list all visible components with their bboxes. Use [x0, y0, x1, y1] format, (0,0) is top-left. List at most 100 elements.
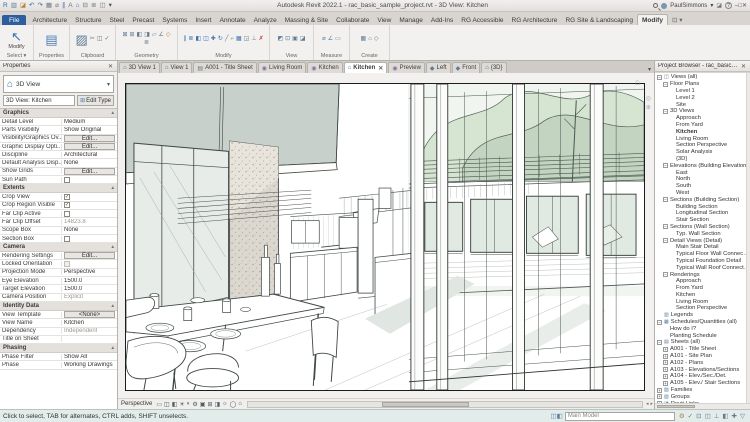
- type-selector[interactable]: ⌂ 3D View ▾: [3, 75, 114, 93]
- match-type-icon[interactable]: ✓: [104, 36, 109, 43]
- collapse-icon[interactable]: −: [657, 320, 662, 325]
- properties-header[interactable]: Properties ✕: [0, 61, 117, 72]
- demolish-icon[interactable]: ∠: [159, 32, 164, 39]
- drag-on-selection-icon[interactable]: ✚: [732, 412, 737, 420]
- ribbon-tab-add-ins[interactable]: Add-Ins: [427, 15, 457, 25]
- property-value[interactable]: Perspective: [64, 269, 95, 275]
- reveal-hidden-elements-icon[interactable]: ☼: [222, 401, 228, 407]
- property-section-graphics[interactable]: Graphics▴: [0, 109, 117, 118]
- property-section-phasing[interactable]: Phasing▴: [0, 344, 117, 353]
- tree-item-planting-schedule[interactable]: Planting Schedule: [655, 332, 750, 339]
- view-tab-3d-view-1[interactable]: ⌂3D View 1: [119, 62, 160, 73]
- split-icon[interactable]: ╱: [225, 36, 229, 43]
- help-icon[interactable]: ?: [725, 2, 732, 9]
- view-tab-kitchen[interactable]: ⌂Kitchen✕: [344, 62, 388, 73]
- user-avatar[interactable]: [661, 3, 667, 9]
- paste-icon[interactable]: ▨: [75, 32, 87, 47]
- expand-icon[interactable]: +: [657, 394, 662, 399]
- properties-icon[interactable]: ▤: [45, 32, 57, 47]
- cope-icon[interactable]: ◧: [137, 32, 143, 39]
- property-edit-button[interactable]: Edit...: [64, 143, 115, 150]
- split-face-icon[interactable]: ▱: [152, 32, 157, 39]
- tree-item-3d-views[interactable]: −3D Views: [655, 108, 750, 115]
- view-tab-3d[interactable]: ⌂{3D}: [481, 62, 506, 73]
- view-tab-a001-title-sheet[interactable]: ▤A001 - Title Sheet: [193, 62, 256, 73]
- ribbon-tab-analyze[interactable]: Analyze: [250, 15, 281, 25]
- view-scale-label[interactable]: Perspective: [121, 401, 152, 407]
- property-value[interactable]: None: [64, 227, 78, 233]
- ribbon-tab-architecture[interactable]: Architecture: [28, 15, 71, 25]
- editable-only-icon[interactable]: ✓: [688, 412, 693, 420]
- switch-windows-icon[interactable]: ◫: [99, 1, 105, 11]
- collapse-icon[interactable]: −: [663, 109, 668, 114]
- property-checkbox[interactable]: ✓: [64, 194, 70, 200]
- property-value[interactable]: Show All: [64, 354, 87, 360]
- close-button[interactable]: ✕: [742, 3, 747, 9]
- ribbon-tab-rg-architecture[interactable]: RG Architecture: [508, 15, 562, 25]
- pin-icon[interactable]: ⊥: [251, 36, 256, 43]
- visual-style-icon[interactable]: ◧: [172, 401, 178, 408]
- paint-icon[interactable]: ◇: [166, 32, 171, 39]
- tree-item-site[interactable]: Site: [655, 101, 750, 108]
- property-edit-button[interactable]: <None>: [64, 311, 115, 318]
- view-tab-left[interactable]: ◆Left: [426, 62, 451, 73]
- expand-icon[interactable]: +: [657, 388, 662, 393]
- steering-wheel-icon[interactable]: ◎: [646, 95, 651, 102]
- create-group-icon[interactable]: ▦: [361, 36, 367, 43]
- thin-lines-icon[interactable]: ≣: [91, 1, 96, 11]
- expand-icon[interactable]: +: [663, 381, 668, 386]
- tree-item-solar-analysis[interactable]: Solar Analysis: [655, 149, 750, 156]
- tree-item-west[interactable]: West: [655, 190, 750, 197]
- collapse-icon[interactable]: −: [657, 340, 662, 345]
- ribbon-tab-structure[interactable]: Structure: [71, 15, 105, 25]
- mirror-icon[interactable]: ◧: [195, 36, 201, 43]
- tree-item-level-1[interactable]: Level 1: [655, 88, 750, 95]
- tree-item-south[interactable]: South: [655, 183, 750, 190]
- tree-item-east[interactable]: East: [655, 169, 750, 176]
- show-crop-region-icon[interactable]: ⊞: [207, 401, 212, 408]
- default-3d-view-icon[interactable]: ⌂: [76, 1, 80, 11]
- tree-item-approach[interactable]: Approach: [655, 115, 750, 122]
- ribbon-tab-rg-site-landscaping[interactable]: RG Site & Landscaping: [561, 15, 637, 25]
- ribbon-tab-steel[interactable]: Steel: [106, 15, 129, 25]
- crop-view-icon[interactable]: ▣: [200, 401, 206, 408]
- view-tab-close-icon[interactable]: ✕: [378, 65, 383, 72]
- expand-icon[interactable]: +: [663, 354, 668, 359]
- view-tab-view-1[interactable]: ⌂View 1: [161, 62, 193, 73]
- design-options-field[interactable]: Main Model: [565, 412, 675, 421]
- edit-type-button[interactable]: ⊞ Edit Type: [77, 95, 114, 106]
- tree-item-3d[interactable]: {3D}: [655, 156, 750, 163]
- ribbon-tab-modify[interactable]: Modify: [637, 14, 668, 25]
- tree-item-from-yard[interactable]: From Yard: [655, 285, 750, 292]
- collapse-icon[interactable]: −: [663, 163, 668, 168]
- zoom-icon[interactable]: ⊕: [646, 104, 651, 111]
- tree-item-typical-floor-wall-connection[interactable]: Typical Floor Wall Connection: [655, 251, 750, 258]
- property-edit-button[interactable]: Edit...: [64, 168, 115, 175]
- ribbon-tab-file[interactable]: File: [2, 15, 26, 25]
- tree-item-from-yard[interactable]: From Yard: [655, 122, 750, 129]
- copy-to-clipboard-icon[interactable]: ◫: [97, 36, 103, 43]
- select-pinned-icon[interactable]: ⊥: [714, 412, 720, 420]
- create-similar-icon[interactable]: ⌂: [368, 36, 372, 43]
- property-section-identity-data[interactable]: Identity Data▴: [0, 302, 117, 311]
- tree-item-sheets-all[interactable]: −▤Sheets (all): [655, 339, 750, 346]
- view-tab-preview[interactable]: ◉Preview: [388, 62, 425, 73]
- property-checkbox[interactable]: [64, 236, 70, 242]
- search-icon[interactable]: [653, 3, 658, 8]
- tree-item-living-room[interactable]: Living Room: [655, 298, 750, 305]
- viewcube-home-icon[interactable]: ⌂: [635, 77, 640, 87]
- temporary-view-properties-icon[interactable]: ◯: [230, 401, 237, 408]
- collapse-icon[interactable]: −: [663, 224, 668, 229]
- ribbon-tab-annotate[interactable]: Annotate: [216, 15, 250, 25]
- save-orientation-icon[interactable]: ⌂: [238, 401, 242, 407]
- tree-item-legends[interactable]: ▥Legends: [655, 312, 750, 319]
- dimension-icon[interactable]: ▭: [335, 36, 341, 43]
- tree-item-floor-plans[interactable]: −Floor Plans: [655, 81, 750, 88]
- delete-icon[interactable]: ✗: [259, 36, 264, 43]
- app-menu-icon[interactable]: R: [3, 1, 8, 11]
- collapse-icon[interactable]: −: [657, 75, 662, 80]
- scale-icon[interactable]: ◲: [244, 36, 250, 43]
- view-tab-kitchen[interactable]: ◉Kitchen: [307, 62, 342, 73]
- tree-vertical-scrollbar[interactable]: [746, 73, 750, 403]
- tree-horizontal-scrollbar[interactable]: [655, 403, 750, 409]
